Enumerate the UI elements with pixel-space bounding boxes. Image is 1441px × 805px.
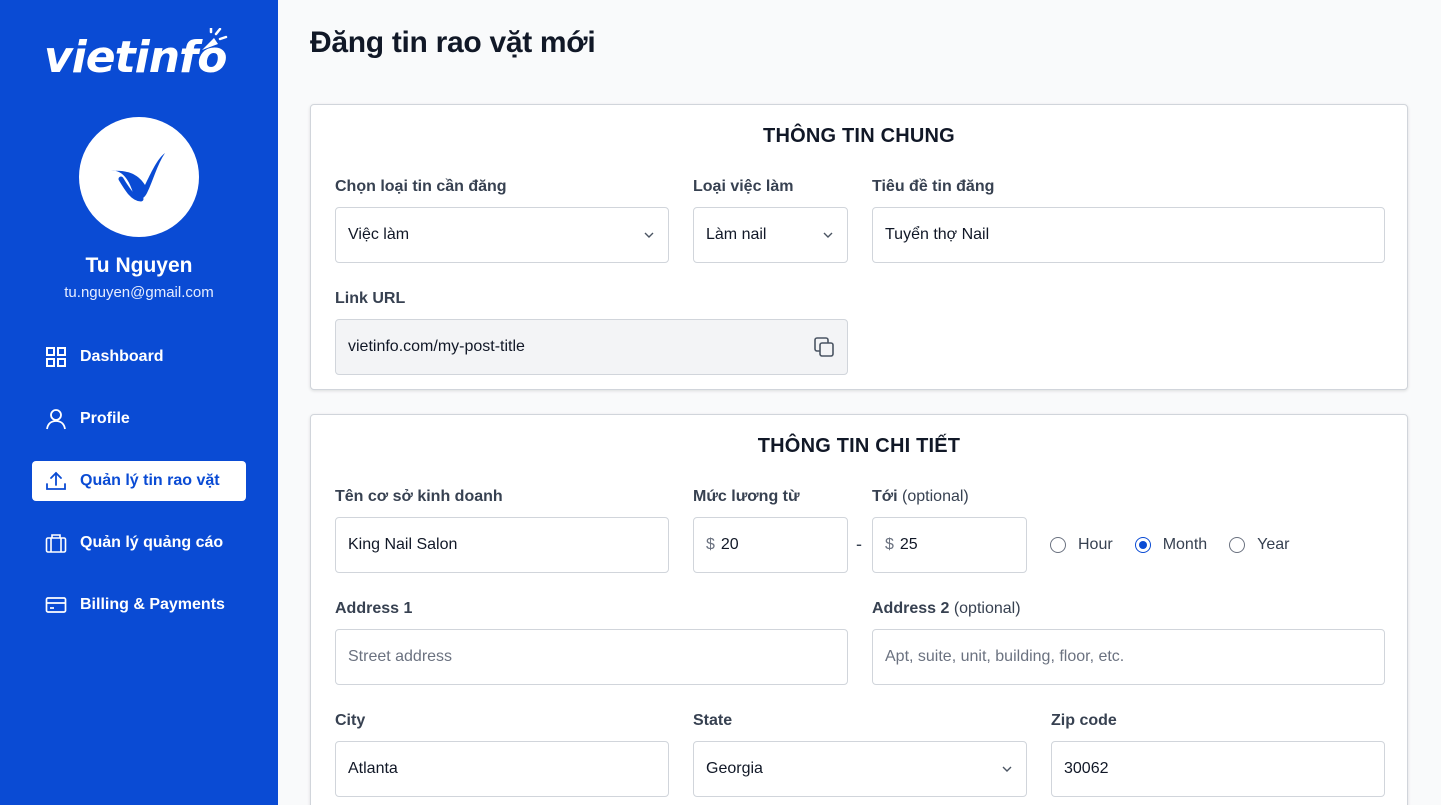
optional-hint: (optional): [902, 488, 969, 505]
address1-placeholder: Street address: [348, 648, 453, 665]
address1-input[interactable]: Street address: [335, 629, 848, 685]
grid-icon: [44, 345, 68, 369]
address2-input[interactable]: Apt, suite, unit, building, floor, etc.: [872, 629, 1385, 685]
general-info-title: THÔNG TIN CHUNG: [763, 125, 955, 147]
link-url-value: vietinfo.com/my-post-title: [348, 338, 525, 355]
radio-hour[interactable]: Hour: [1050, 536, 1113, 554]
user-email: tu.nguyen@gmail.com: [64, 284, 214, 301]
sidebar-item-dashboard[interactable]: Dashboard: [32, 337, 246, 377]
address1-label: Address 1: [335, 600, 413, 617]
salary-from-label: Mức lương từ: [693, 488, 800, 505]
state-label: State: [693, 712, 733, 729]
post-type-value: Việc làm: [348, 226, 410, 243]
salary-period-group: Hour Month Year: [1050, 536, 1311, 554]
zip-label: Zip code: [1051, 712, 1117, 729]
upload-icon: [44, 469, 68, 493]
sidebar-item-ads[interactable]: Quản lý quảng cáo: [32, 523, 246, 563]
salary-range-separator: -: [856, 534, 862, 554]
sidebar-item-profile[interactable]: Profile: [32, 399, 246, 439]
link-url-label: Link URL: [335, 290, 406, 307]
megaphone-icon: [202, 28, 228, 50]
post-title-value: Tuyển thợ Nail: [885, 226, 990, 243]
user-name: Tu Nguyen: [85, 254, 193, 277]
optional-hint: (optional): [953, 600, 1021, 617]
credit-card-icon: [44, 593, 68, 617]
copy-icon[interactable]: [811, 334, 837, 360]
dollar-sign: $: [706, 536, 715, 553]
job-type-label: Loại việc làm: [693, 178, 794, 195]
vietinfo-logo[interactable]: vietinfo: [44, 28, 236, 86]
avatar[interactable]: [79, 117, 199, 237]
sidebar-item-label: Profile: [80, 410, 130, 427]
salary-from-input[interactable]: $ 20: [693, 517, 848, 573]
city-label: City: [335, 712, 366, 729]
post-type-label: Chọn loại tin cần đăng: [335, 178, 507, 195]
sidebar-item-label: Quản lý quảng cáo: [80, 534, 224, 551]
state-value: Georgia: [706, 760, 763, 777]
radio-button-checked[interactable]: [1134, 537, 1151, 553]
city-input[interactable]: Atlanta: [335, 741, 669, 797]
dollar-sign: $: [885, 536, 894, 553]
radio-label: Year: [1257, 536, 1290, 553]
sidebar-item-billing[interactable]: Billing & Payments: [32, 585, 246, 625]
chevron-down-icon: [1002, 766, 1012, 772]
radio-button[interactable]: [1229, 537, 1246, 553]
detail-info-title: THÔNG TIN CHI TIẾT: [757, 435, 961, 457]
radio-month[interactable]: Month: [1134, 536, 1208, 554]
salary-to-label: Tới (optional): [872, 488, 969, 506]
detail-info-card: THÔNG TIN CHI TIẾT Tên cơ sở kinh doanh …: [310, 414, 1408, 805]
job-type-select[interactable]: Làm nail: [693, 207, 848, 263]
salary-to-label-text: Tới: [872, 488, 898, 505]
address2-label-text: Address 2: [872, 600, 950, 617]
radio-label: Hour: [1078, 536, 1113, 553]
salary-to-value: 25: [899, 536, 918, 553]
post-type-select[interactable]: Việc làm: [335, 207, 669, 263]
city-value: Atlanta: [348, 760, 398, 777]
business-name-value: King Nail Salon: [348, 536, 458, 553]
sidebar-item-classifieds[interactable]: Quản lý tin rao vặt: [32, 461, 246, 501]
salary-to-input[interactable]: $ 25: [872, 517, 1027, 573]
zip-input[interactable]: 30062: [1051, 741, 1385, 797]
vietinfo-v-icon: [111, 153, 165, 202]
post-title-label: Tiêu đề tin đăng: [872, 178, 995, 195]
job-type-value: Làm nail: [706, 226, 767, 243]
chevron-down-icon: [644, 232, 654, 238]
salary-from-value: 20: [720, 536, 739, 553]
address2-placeholder: Apt, suite, unit, building, floor, etc.: [885, 648, 1125, 665]
address2-label: Address 2 (optional): [872, 600, 1021, 618]
general-info-card: THÔNG TIN CHUNG Chọn loại tin cần đăng V…: [310, 104, 1408, 390]
sidebar-item-label: Dashboard: [80, 348, 164, 365]
sidebar-item-label: Billing & Payments: [80, 596, 225, 613]
user-icon: [44, 407, 68, 431]
radio-label: Month: [1162, 536, 1208, 553]
sidebar-item-label: Quản lý tin rao vặt: [80, 472, 220, 489]
page-title: Đăng tin rao vặt mới: [310, 26, 596, 59]
post-title-input[interactable]: Tuyển thợ Nail: [872, 207, 1385, 263]
zip-value: 30062: [1064, 760, 1109, 777]
briefcase-icon: [44, 531, 68, 555]
chevron-down-icon: [823, 232, 833, 238]
business-name-input[interactable]: King Nail Salon: [335, 517, 669, 573]
link-url-field: vietinfo.com/my-post-title: [335, 319, 848, 375]
state-select[interactable]: Georgia: [693, 741, 1027, 797]
sidebar: vietinfo Tu Nguyen tu.nguyen@gmail.com D…: [0, 0, 278, 805]
radio-button[interactable]: [1050, 537, 1066, 553]
business-name-label: Tên cơ sở kinh doanh: [335, 488, 503, 505]
radio-year[interactable]: Year: [1229, 536, 1289, 554]
